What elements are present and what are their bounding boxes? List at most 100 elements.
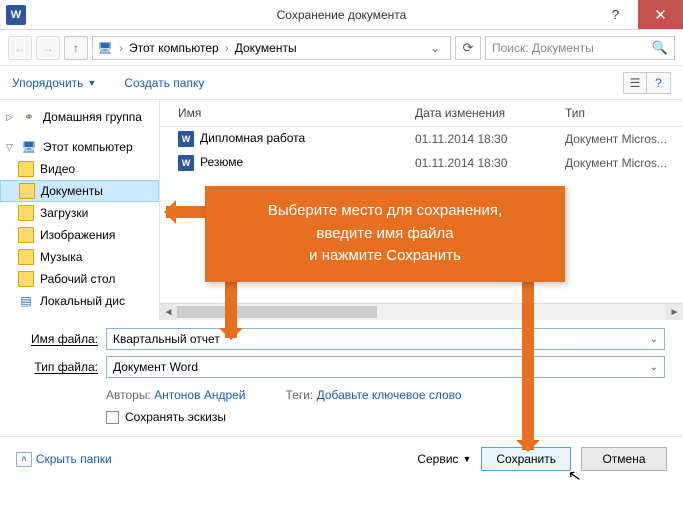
scroll-thumb[interactable]	[177, 306, 377, 318]
filename-input[interactable]: Квартальный отчет ⌄	[106, 328, 665, 350]
filename-label: Имя файла:	[18, 332, 98, 346]
pc-icon: 🖥	[21, 139, 37, 155]
toolbar: Упорядочить ▼ Создать папку ☰ ?	[0, 66, 683, 100]
callout-line: введите имя файла	[223, 223, 547, 246]
back-button[interactable]: ←	[8, 36, 32, 60]
file-type: Документ Micros...	[565, 156, 675, 170]
chevron-right-icon: ›	[221, 41, 233, 55]
tags-label: Теги:	[286, 388, 314, 402]
file-type: Документ Micros...	[565, 132, 675, 146]
word-doc-icon: W	[178, 155, 194, 171]
arrow-icon	[522, 262, 534, 450]
word-app-icon: W	[6, 5, 26, 25]
chevron-down-icon[interactable]: ⌄	[424, 41, 446, 55]
navigation-bar: ← → ↑ 🖥 › Этот компьютер › Документы ⌄ ⟳…	[0, 30, 683, 66]
chevron-down-icon[interactable]: ⌄	[650, 334, 658, 345]
chevron-down-icon: ▼	[87, 78, 96, 88]
sidebar-item-localdisk[interactable]: ▤ Локальный дис	[0, 290, 159, 312]
checkbox-icon[interactable]	[106, 411, 119, 424]
thumbnail-checkbox-row[interactable]: Сохранять эскизы	[18, 410, 665, 424]
file-name: Дипломная работа	[200, 131, 305, 145]
file-row[interactable]: W Дипломная работа 01.11.2014 18:30 Докум…	[160, 127, 683, 151]
pc-icon: 🖥	[97, 40, 113, 56]
folder-icon	[18, 249, 34, 265]
column-headers: Имя Дата изменения Тип	[160, 100, 683, 127]
sidebar: ▷ ⚭ Домашняя группа ▽ 🖥 Этот компьютер В…	[0, 100, 160, 320]
view-buttons: ☰ ?	[623, 72, 671, 94]
filetype-select[interactable]: Документ Word ⌄	[106, 356, 665, 378]
sidebar-label: Локальный дис	[40, 294, 125, 308]
scroll-right-icon[interactable]: ►	[666, 304, 683, 320]
search-input[interactable]: Поиск: Документы 🔍	[485, 36, 675, 60]
sidebar-item-thispc[interactable]: ▽ 🖥 Этот компьютер	[0, 136, 159, 158]
sidebar-label: Этот компьютер	[43, 140, 133, 154]
callout-line: Выберите место для сохранения,	[223, 200, 547, 223]
save-form: Имя файла: Квартальный отчет ⌄ Тип файла…	[0, 320, 683, 436]
folder-icon	[18, 161, 34, 177]
folder-icon	[18, 271, 34, 287]
instruction-callout: Выберите место для сохранения, введите и…	[205, 186, 565, 282]
search-icon: 🔍	[652, 40, 668, 56]
chevron-down-icon: ▼	[462, 454, 471, 464]
help-button[interactable]: ?	[593, 0, 638, 29]
col-modified[interactable]: Дата изменения	[415, 106, 565, 120]
chevron-down-icon[interactable]: ⌄	[650, 362, 658, 373]
thumbnail-label: Сохранять эскизы	[125, 410, 226, 424]
scroll-left-icon[interactable]: ◄	[160, 304, 177, 320]
expand-icon: ▷	[6, 112, 13, 123]
sidebar-item-music[interactable]: Музыка	[0, 246, 159, 268]
col-name[interactable]: Имя	[178, 106, 415, 120]
metadata-row: Авторы: Антонов Андрей Теги: Добавьте кл…	[18, 384, 665, 410]
folder-icon	[18, 227, 34, 243]
callout-line: и нажмите Сохранить	[223, 245, 547, 268]
filetype-label: Тип файла:	[18, 360, 98, 374]
tools-label: Сервис	[417, 452, 458, 466]
new-folder-label: Создать папку	[124, 76, 204, 90]
tags-value[interactable]: Добавьте ключевое слово	[317, 388, 462, 402]
organize-menu[interactable]: Упорядочить ▼	[12, 76, 96, 90]
disk-icon: ▤	[18, 293, 34, 309]
hide-folders-label: Скрыть папки	[36, 452, 112, 466]
view-mode-button[interactable]: ☰	[623, 72, 647, 94]
sidebar-item-desktop[interactable]: Рабочий стол	[0, 268, 159, 290]
refresh-button[interactable]: ⟳	[455, 36, 481, 60]
sidebar-item-downloads[interactable]: Загрузки	[0, 202, 159, 224]
tools-menu[interactable]: Сервис ▼	[417, 452, 471, 466]
close-button[interactable]: ✕	[638, 0, 683, 29]
sidebar-label: Изображения	[40, 228, 115, 242]
help-icon[interactable]: ?	[647, 72, 671, 94]
sidebar-label: Домашняя группа	[43, 110, 142, 124]
breadcrumb-seg[interactable]: Этот компьютер	[129, 41, 219, 55]
folder-icon	[19, 183, 35, 199]
cancel-button[interactable]: Отмена	[581, 447, 667, 471]
up-button[interactable]: ↑	[64, 36, 88, 60]
new-folder-button[interactable]: Создать папку	[124, 76, 204, 90]
sidebar-item-pictures[interactable]: Изображения	[0, 224, 159, 246]
sidebar-label: Загрузки	[40, 206, 88, 220]
file-name: Резюме	[200, 155, 243, 169]
sidebar-label: Рабочий стол	[40, 272, 115, 286]
breadcrumb-seg[interactable]: Документы	[235, 41, 297, 55]
authors-value[interactable]: Антонов Андрей	[154, 388, 245, 402]
sidebar-label: Документы	[41, 184, 103, 198]
window-title: Сохранение документа	[0, 8, 683, 22]
file-row[interactable]: WРезюме 01.11.2014 18:30 Документ Micros…	[160, 151, 683, 175]
forward-button[interactable]: →	[36, 36, 60, 60]
titlebar: W Сохранение документа ? ✕	[0, 0, 683, 30]
col-type[interactable]: Тип	[565, 106, 675, 120]
organize-label: Упорядочить	[12, 76, 83, 90]
window-buttons: ? ✕	[593, 0, 683, 29]
file-date: 01.11.2014 18:30	[415, 132, 565, 146]
horizontal-scrollbar[interactable]: ◄ ►	[160, 303, 683, 320]
search-placeholder: Поиск: Документы	[492, 41, 594, 55]
hide-folders-button[interactable]: ˄ Скрыть папки	[16, 452, 112, 467]
breadcrumb[interactable]: 🖥 › Этот компьютер › Документы ⌄	[92, 36, 451, 60]
sidebar-item-documents[interactable]: Документы	[0, 180, 159, 202]
sidebar-item-video[interactable]: Видео	[0, 158, 159, 180]
word-doc-icon: W	[178, 131, 194, 147]
filename-value: Квартальный отчет	[113, 332, 220, 346]
authors-label: Авторы:	[106, 388, 151, 402]
chevron-up-icon: ˄	[16, 452, 32, 467]
sidebar-item-homegroup[interactable]: ▷ ⚭ Домашняя группа	[0, 106, 159, 128]
cancel-label: Отмена	[602, 452, 645, 466]
